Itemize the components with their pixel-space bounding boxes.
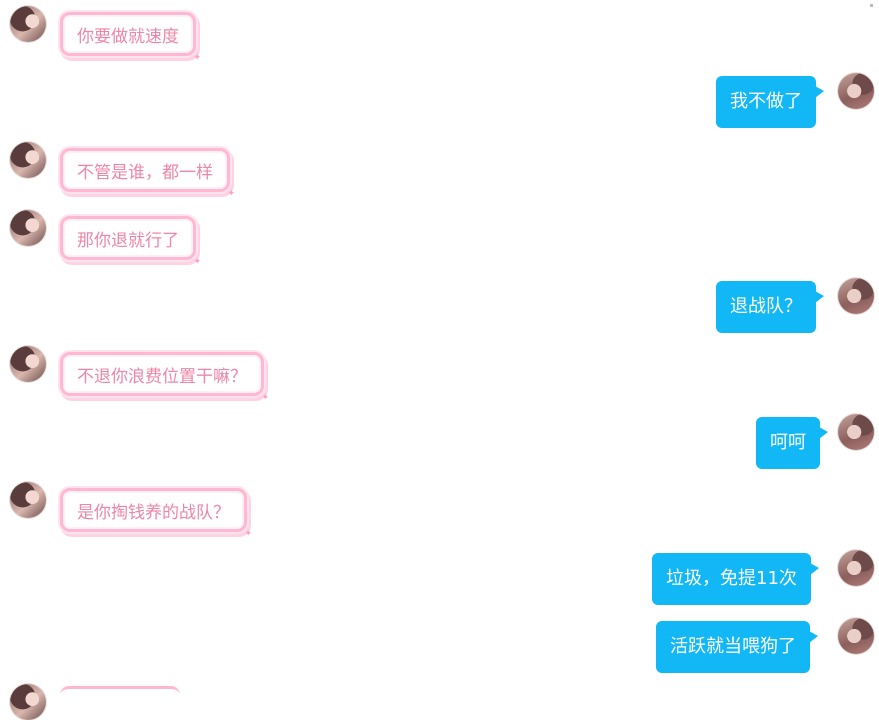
contact-avatar[interactable] [10,142,46,178]
contact-avatar[interactable] [10,482,46,518]
outgoing-message: 活跃就当喂狗了 [656,621,818,673]
my-avatar[interactable] [838,618,874,654]
contact-avatar[interactable] [10,346,46,382]
my-avatar[interactable] [838,414,874,450]
incoming-message: 不退你浪费位置干嘛？ [60,352,269,403]
incoming-message: 不管是谁，都一样 [60,148,235,199]
outgoing-message: 呵呵 [756,417,828,469]
my-avatar[interactable] [838,550,874,586]
contact-avatar[interactable] [10,6,46,42]
my-avatar[interactable] [838,73,874,109]
outgoing-message: 我不做了 [716,76,824,128]
contact-avatar[interactable] [10,684,46,720]
contact-avatar[interactable] [10,210,46,246]
incoming-message: 那你退就行了 [60,216,201,267]
scroll-indicator[interactable] [870,4,873,7]
incoming-message: 是你掏钱养的战队？ [60,488,252,539]
outgoing-message: 退战队？ [716,281,824,333]
my-avatar[interactable] [838,278,874,314]
incoming-message: 你要做就速度 [60,12,201,63]
outgoing-message: 垃圾，免提11次 [652,553,819,605]
